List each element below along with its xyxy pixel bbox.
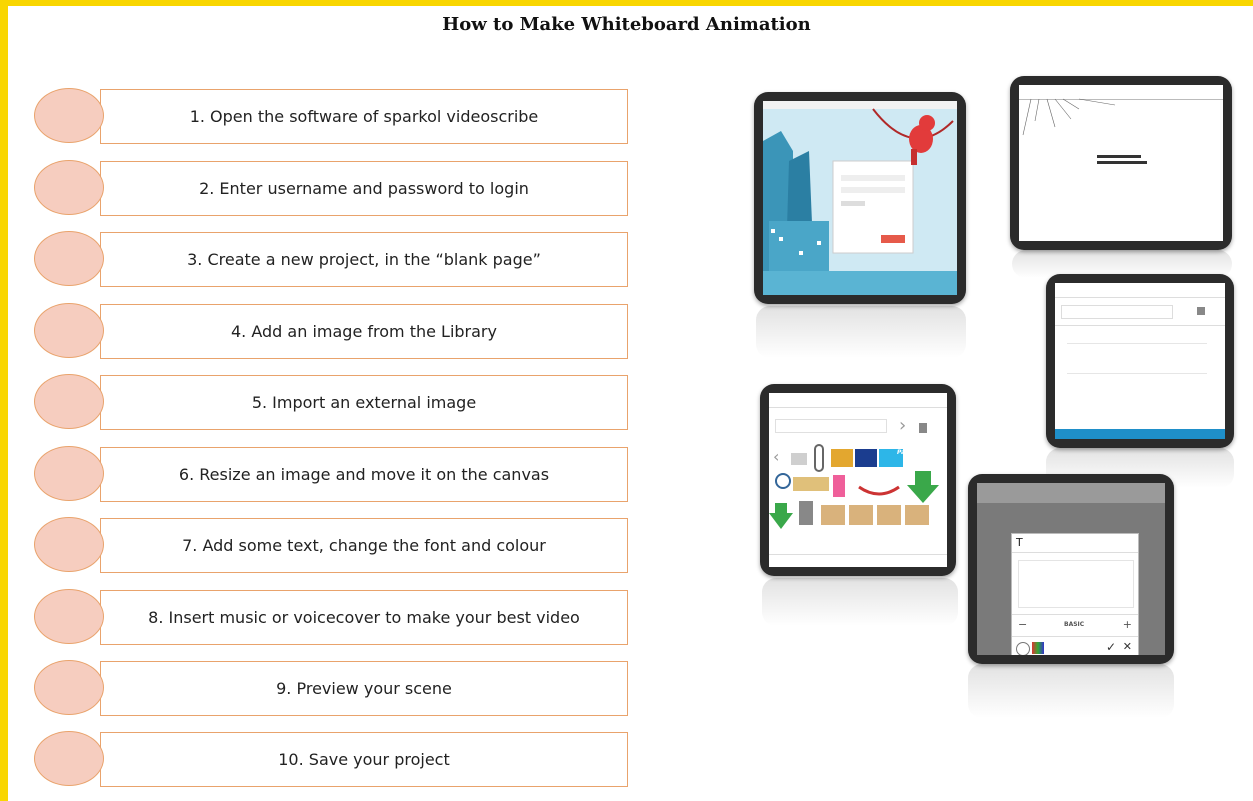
step-8: 8. Insert music or voicecover to make yo… (34, 589, 634, 646)
library-search (775, 419, 887, 433)
step-box: 8. Insert music or voicecover to make yo… (100, 590, 628, 645)
login-screen-tablet (754, 92, 966, 304)
step-6: 6. Resize an image and move it on the ca… (34, 446, 634, 503)
step-label: 1. Open the software of sparkol videoscr… (189, 107, 539, 126)
tablet-reflection (756, 306, 966, 358)
login-screen (763, 101, 957, 295)
step-circle (34, 517, 104, 572)
city-illustration (763, 101, 957, 295)
step-circle (34, 160, 104, 215)
page-title: How to Make Whiteboard Animation (442, 14, 811, 35)
step-9: 9. Preview your scene (34, 660, 634, 717)
step-10: 10. Save your project (34, 731, 634, 788)
step-circle (34, 231, 104, 286)
text-cursor-icon: T (1016, 536, 1023, 549)
step-2: 2. Enter username and password to login (34, 160, 634, 217)
status-bar (1055, 429, 1225, 439)
step-box: 7. Add some text, change the font and co… (100, 518, 628, 573)
image-library-screen: › ‹ PayPal (769, 393, 947, 567)
colour-swatch-icon[interactable] (1032, 642, 1044, 654)
text-dialog: T − BASIC + ✓ ✕ (1011, 533, 1139, 655)
step-box: 5. Import an external image (100, 375, 628, 430)
step-label: 7. Add some text, change the font and co… (182, 536, 546, 555)
library-thumbnails (769, 444, 939, 529)
step-box: 6. Resize an image and move it on the ca… (100, 447, 628, 502)
step-circle (34, 731, 104, 786)
text-editor-tablet: T − BASIC + ✓ ✕ (968, 474, 1174, 664)
close-icon[interactable]: ✕ (1123, 640, 1132, 653)
step-label: 2. Enter username and password to login (199, 179, 529, 198)
project-list-tablet (1046, 274, 1234, 448)
step-label: 9. Preview your scene (276, 679, 452, 698)
step-5: 5. Import an external image (34, 374, 634, 431)
user-icon (919, 423, 927, 433)
text-editor-screen: T − BASIC + ✓ ✕ (977, 483, 1165, 655)
step-label: 10. Save your project (278, 750, 450, 769)
step-circle (34, 303, 104, 358)
image-library-tablet: › ‹ PayPal (760, 384, 956, 576)
tablet-reflection (762, 578, 958, 626)
step-label: 8. Insert music or voicecover to make yo… (148, 608, 580, 627)
tablet-reflection (968, 664, 1174, 718)
font-style-label[interactable]: BASIC (1064, 621, 1084, 628)
step-label: 3. Create a new project, in the “blank p… (187, 250, 541, 269)
decrease-button[interactable]: − (1018, 618, 1027, 631)
step-1: 1. Open the software of sparkol videoscr… (34, 88, 634, 145)
text-input[interactable] (1018, 560, 1134, 608)
editor-toolbar (977, 483, 1165, 503)
confirm-icon[interactable]: ✓ (1106, 640, 1116, 654)
step-box: 10. Save your project (100, 732, 628, 787)
increase-button[interactable]: + (1123, 618, 1132, 631)
step-circle (34, 589, 104, 644)
step-box: 9. Preview your scene (100, 661, 628, 716)
step-label: 6. Resize an image and move it on the ca… (178, 465, 550, 484)
step-7: 7. Add some text, change the font and co… (34, 517, 634, 574)
step-4: 4. Add an image from the Library (34, 303, 634, 360)
search-field (1061, 305, 1173, 319)
blank-page-screen (1019, 85, 1223, 241)
paypal-label: PayPal (897, 449, 919, 456)
step-circle (34, 374, 104, 429)
next-arrow-icon: › (899, 415, 907, 436)
step-circle (34, 660, 104, 715)
blank-page-tablet (1010, 76, 1232, 250)
step-label: 5. Import an external image (251, 393, 477, 412)
step-3: 3. Create a new project, in the “blank p… (34, 231, 634, 288)
annotation-lines (1022, 98, 1147, 164)
step-box: 2. Enter username and password to login (100, 161, 628, 216)
step-circle (34, 88, 104, 143)
step-box: 1. Open the software of sparkol videoscr… (100, 89, 628, 144)
step-box: 4. Add an image from the Library (100, 304, 628, 359)
step-label: 4. Add an image from the Library (231, 322, 497, 341)
font-icon[interactable] (1016, 642, 1030, 655)
user-icon (1197, 307, 1205, 315)
step-box: 3. Create a new project, in the “blank p… (100, 232, 628, 287)
project-list-screen (1055, 283, 1225, 439)
step-circle (34, 446, 104, 501)
